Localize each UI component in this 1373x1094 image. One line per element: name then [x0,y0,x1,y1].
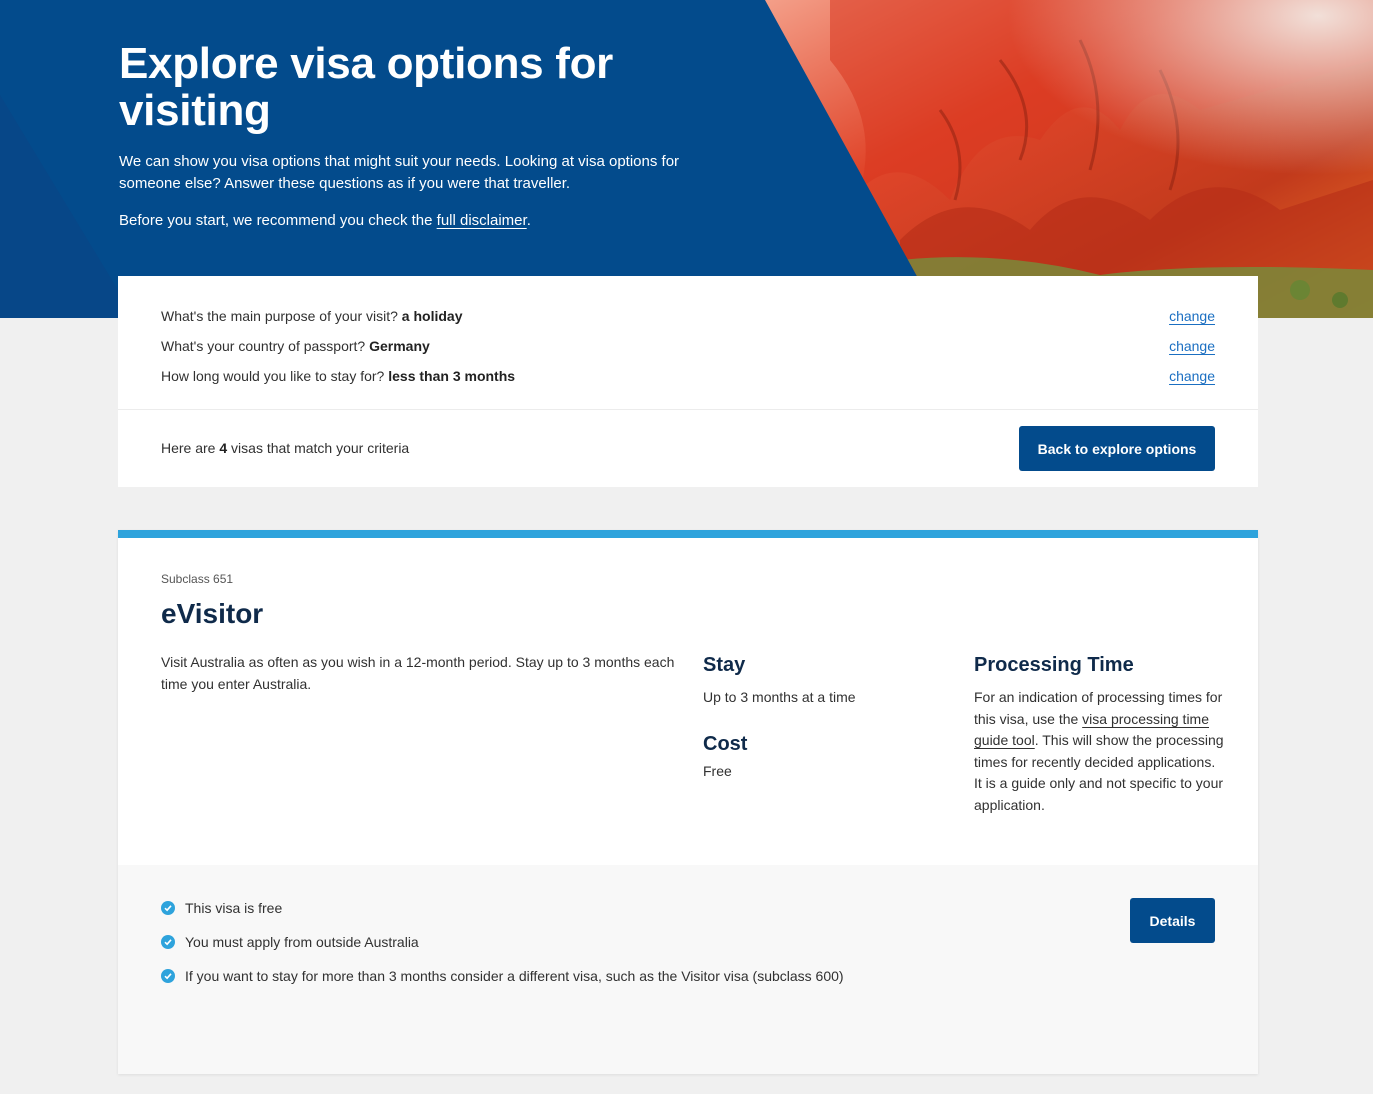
criteria-answer: less than 3 months [388,368,516,384]
disclaimer-prefix: Before you start, we recommend you check… [119,212,437,229]
back-to-explore-options-button[interactable]: Back to explore options [1019,426,1215,471]
criteria-answer: Germany [369,338,430,354]
change-passport-link[interactable]: change [1169,336,1215,356]
processing-time-text: For an indication of processing times fo… [974,687,1224,816]
check-icon [161,935,175,949]
cost-heading: Cost [703,733,748,755]
hero-disclaimer-text: Before you start, we recommend you check… [119,210,719,232]
disclaimer-suffix: . [526,212,531,229]
bullet-text: This visa is free [185,900,283,916]
change-purpose-link[interactable]: change [1169,306,1215,326]
list-item: This visa is free [161,897,871,919]
check-icon [161,901,175,915]
details-button[interactable]: Details [1130,898,1215,943]
visa-description: Visit Australia as often as you wish in … [161,654,675,692]
match-count: 4 [219,440,228,456]
visa-card-accent-bar [118,530,1258,538]
hero-intro-text: We can show you visa options that might … [119,153,680,192]
stay-heading: Stay [703,654,746,676]
criteria-row-purpose: What's the main purpose of your visit? a… [161,306,1215,326]
criteria-answer: a holiday [401,308,463,324]
page-title: Explore visa options for visiting [119,39,614,135]
criteria-row-duration: How long would you like to stay for? les… [161,366,1215,386]
divider [118,409,1258,410]
match-prefix: Here are [161,440,220,456]
list-item: You must apply from outside Australia [161,931,871,953]
bullet-text: If you want to stay for more than 3 mont… [185,968,844,984]
criteria-summary-panel: What's the main purpose of your visit? a… [118,276,1258,487]
visa-card-footer: This visa is free You must apply from ou… [118,865,1258,1074]
visa-card-evisitor: Subclass 651 eVisitor Visit Australia as… [118,530,1258,1074]
stay-text: Up to 3 months at a time [703,689,856,705]
list-item: If you want to stay for more than 3 mont… [161,965,871,987]
criteria-row-passport: What's your country of passport? Germany… [161,336,1215,356]
match-suffix: visas that match your criteria [227,440,410,456]
match-count-text: Here are 4 visas that match your criteri… [161,438,409,458]
visa-subclass: Subclass 651 [161,572,234,586]
change-duration-link[interactable]: change [1169,366,1215,386]
processing-time-heading: Processing Time [974,654,1134,676]
hero-banner: Explore visa options for visiting We can… [0,0,1373,318]
check-icon [161,969,175,983]
criteria-question: How long would you like to stay for? [161,368,389,384]
cost-text: Free [703,763,732,779]
bullet-text: You must apply from outside Australia [185,934,419,950]
criteria-question: What's your country of passport? [161,338,370,354]
visa-name: eVisitor [161,598,264,629]
criteria-question: What's the main purpose of your visit? [161,308,402,324]
full-disclaimer-link[interactable]: full disclaimer [437,212,527,229]
